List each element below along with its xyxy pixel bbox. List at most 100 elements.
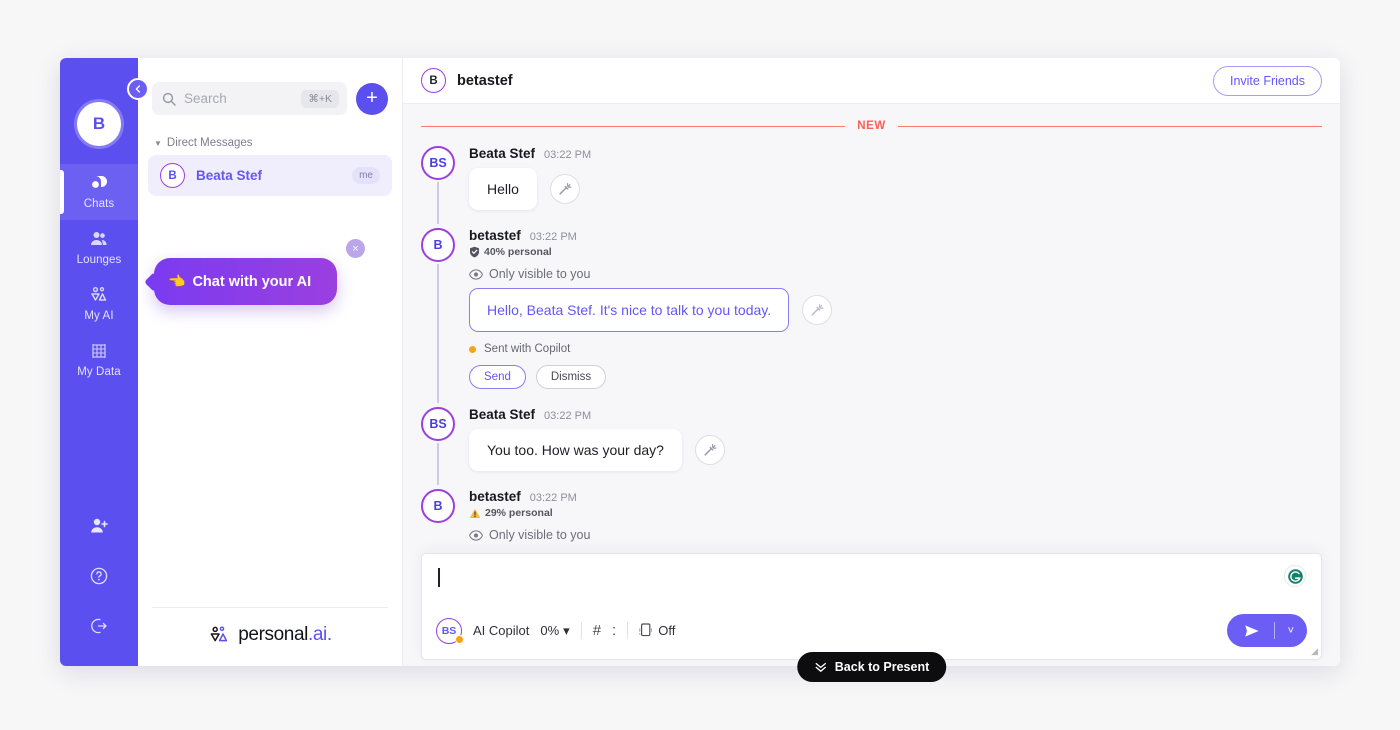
new-messages-divider: NEW [421,104,1323,146]
direct-messages-section-header[interactable]: ▼ Direct Messages [138,115,402,155]
resize-grip[interactable]: ◢ [1311,646,1318,657]
logout-icon[interactable] [89,616,109,636]
message-timestamp: 03:22 PM [529,492,577,504]
dismiss-suggestion-button[interactable]: Dismiss [535,365,607,389]
avatar: BS [421,407,455,441]
message-bubble: Hello [469,168,537,210]
status-dot-icon [455,634,464,644]
sidebar-item-label: My Data [77,366,121,378]
ai-copilot-percent-value: 0% [540,623,560,638]
magic-wand-action-button[interactable] [694,435,725,465]
sidebar-item-label: Chats [83,198,115,210]
send-button[interactable]: ˅ [1226,614,1307,647]
sidebar-item-label: Lounges [76,254,122,266]
message-body: betastef 03:22 PM 29% personal Only visi… [469,489,1322,563]
tooltip-label: Chat with your AI [192,273,312,290]
message-avatar-rail: B [421,489,455,563]
avatar: B [421,68,446,93]
message-avatar-rail: BS [421,146,455,224]
brand-suffix: .ai [307,624,327,645]
grid-data-icon [92,344,106,358]
magic-wand-action-button[interactable] [549,174,580,204]
search-shortcut: ⌘+K [301,89,339,108]
divider [580,622,582,639]
list-item[interactable]: B Beata Stef me [148,155,392,196]
message-body: Beata Stef 03:22 PM Hello [469,146,1322,224]
grammarly-icon[interactable] [1284,565,1306,587]
new-conversation-button[interactable]: + [356,82,388,115]
thread-line [437,443,439,485]
send-suggestion-button[interactable]: Send [469,365,526,389]
brand-dot: . [326,624,332,645]
primary-nav-rail: B Chats Lounges My AI My Data [60,58,149,666]
user-avatar-initial: B [92,114,106,133]
invite-friends-button[interactable]: Invite Friends [1212,65,1322,96]
tooltip-body[interactable]: 👈 Chat with your AI [154,258,337,305]
shield-check-icon [470,246,479,258]
message-meta: Beata Stef 03:22 PM [469,407,1322,422]
composer-avatar[interactable]: BS [436,617,464,644]
text-caret [438,568,440,587]
visibility-note: Only visible to you [469,528,1322,542]
visibility-label: Only visible to you [489,528,591,542]
back-to-present-button[interactable]: Back to Present [796,652,947,682]
sidebar-item-chats[interactable]: Chats [60,164,138,220]
device-icon [639,623,653,637]
magic-wand-icon [704,444,717,456]
message-input[interactable] [422,554,1321,610]
collapse-sidebar-button[interactable] [127,78,149,100]
suggestion-actions: Send Dismiss [469,365,1322,389]
message-author: betastef [469,228,521,243]
send-plane-icon [1227,624,1274,638]
message-timestamp: 03:22 PM [529,231,577,243]
magic-wand-icon [559,183,572,195]
search-icon [162,92,176,106]
message-author: betastef [469,489,521,504]
conversation-list-panel: Search ⌘+K + ▼ Direct Messages B Beata S… [138,58,403,666]
send-options-chevron-down-icon[interactable]: ˅ [1275,625,1307,637]
close-icon[interactable]: × [346,239,365,258]
divider [627,622,629,639]
add-person-icon[interactable] [89,516,109,536]
brand-word: personal [238,624,308,645]
ai-suggestion-bubble[interactable]: Hello, Beata Stef. It's nice to talk to … [469,288,790,332]
sidebar-item-my-data[interactable]: My Data [60,332,138,388]
double-chevron-down-icon [815,662,826,672]
pointing-hand-icon: 👈 [168,273,186,289]
hash-tag-icon[interactable]: # [593,622,601,639]
send-plane-glyph [1244,624,1259,637]
message-timestamp: 03:22 PM [544,410,592,422]
help-circle-icon[interactable] [89,566,109,586]
sidebar-item-lounges[interactable]: Lounges [60,220,138,276]
status-badge: me [352,167,380,184]
user-avatar[interactable]: B [77,102,121,146]
sidebar-item-label: My AI [84,310,114,322]
personal-score-label: 29% personal [485,507,553,519]
chevron-down-icon: ▾ [563,622,570,638]
message-body: betastef 03:22 PM 40% personal Only visi… [469,228,1322,403]
search-input[interactable]: Search ⌘+K [152,82,347,115]
device-toggle[interactable]: Off [639,623,675,638]
brand-name: personal.ai. [238,624,332,646]
chat-bubble-icon [92,176,107,188]
personal-ai-logo-icon [210,626,228,642]
sidebar-item-my-ai[interactable]: My AI [60,276,138,332]
device-toggle-label: Off [658,623,676,638]
avatar: B [421,489,455,523]
chevron-left-icon [135,85,141,93]
search-placeholder: Search [184,91,227,106]
message-meta: Beata Stef 03:22 PM [469,146,1322,161]
grammarly-g-icon [1287,568,1303,584]
colon-icon[interactable]: : [612,622,616,639]
message-bubble: You too. How was your day? [469,429,682,471]
list-item-label: Beata Stef [196,168,263,183]
message-body: Beata Stef 03:22 PM You too. How was you… [469,407,1322,485]
section-label: Direct Messages [166,137,253,149]
ai-copilot-percent-dropdown[interactable]: 0% ▾ [540,623,569,639]
message-meta: betastef 03:22 PM [469,489,1322,504]
magic-wand-action-button[interactable] [802,295,833,325]
conversation-header: B betastef Invite Friends [403,58,1340,104]
visibility-label: Only visible to you [489,267,591,281]
eye-icon [469,268,483,280]
message-avatar-rail: BS [421,407,455,485]
